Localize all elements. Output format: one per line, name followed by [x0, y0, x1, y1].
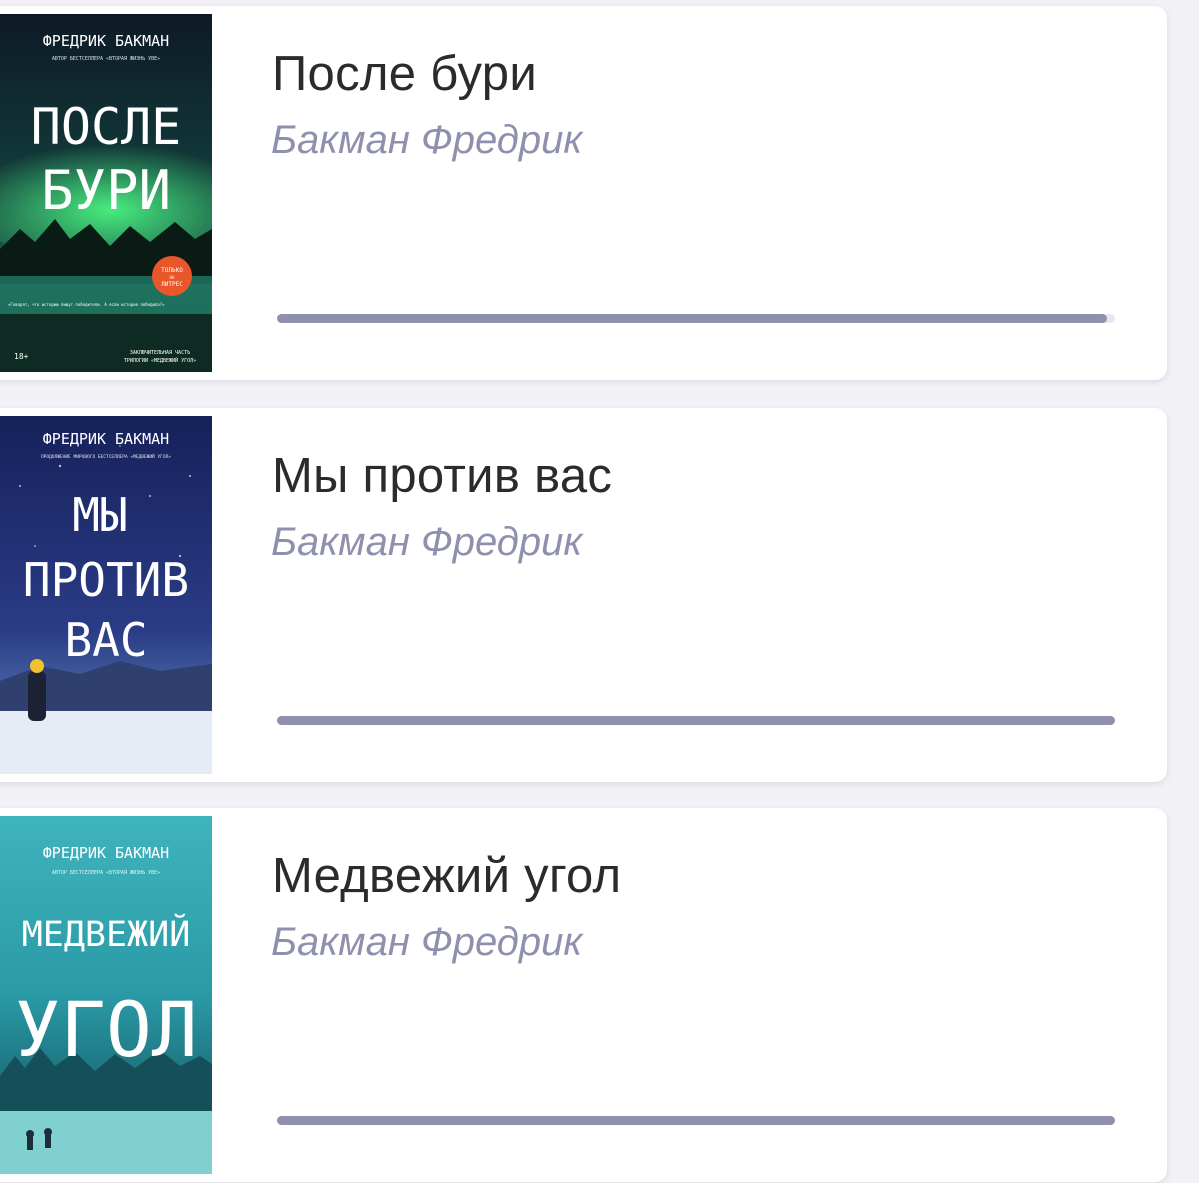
book-author: Бакман Фредрик [271, 920, 583, 964]
reading-progress-bar [277, 716, 1115, 725]
cover-tagline: ПРОДОЛЖЕНИЕ МИРОВОГО БЕСТСЕЛЛЕРА «МЕДВЕЖ… [41, 453, 171, 460]
cover-title-line: ПРОТИВ [23, 553, 189, 607]
book-card[interactable]: ФРЕДРИК БАКМАН ПРОДОЛЖЕНИЕ МИРОВОГО БЕСТ… [0, 408, 1167, 782]
reading-progress-fill [277, 716, 1115, 725]
book-list: ФРЕДРИК БАКМАН АВТОР БЕСТСЕЛЛЕРА «ВТОРАЯ… [0, 0, 1199, 1183]
cover-tagline: АВТОР БЕСТСЕЛЛЕРА «ВТОРАЯ ЖИЗНЬ УВЕ» [52, 870, 160, 876]
reading-progress-fill [277, 1116, 1115, 1125]
cover-author: ФРЕДРИК БАКМАН [43, 844, 169, 862]
book-cover[interactable]: ФРЕДРИК БАКМАН АВТОР БЕСТСЕЛЛЕРА «ВТОРАЯ… [0, 816, 212, 1174]
book-title[interactable]: Мы против вас [272, 448, 612, 504]
reading-progress-bar [277, 314, 1115, 323]
book-author: Бакман Фредрик [271, 520, 583, 564]
book-card[interactable]: ФРЕДРИК БАКМАН АВТОР БЕСТСЕЛЛЕРА «ВТОРАЯ… [0, 808, 1167, 1182]
book-title[interactable]: Медвежий угол [272, 848, 621, 904]
cover-title-line: МЕДВЕЖИЙ [22, 913, 191, 955]
badge-text: ЛИТРЕС [161, 281, 183, 288]
cover-footer: ТРИЛОГИИ «МЕДВЕЖИЙ УГОЛ» [124, 357, 196, 364]
book-cover-art-beartown: ФРЕДРИК БАКМАН АВТОР БЕСТСЕЛЛЕРА «ВТОРАЯ… [0, 816, 212, 1174]
badge-text: ТОЛЬКО [161, 267, 183, 274]
cover-title-line: МЫ [72, 488, 127, 542]
book-cover-art-after-the-storm: ФРЕДРИК БАКМАН АВТОР БЕСТСЕЛЛЕРА «ВТОРАЯ… [0, 14, 212, 372]
cover-title-line: ВАС [64, 613, 147, 667]
figure-silhouette [28, 671, 46, 721]
cover-quote: «Говорят, что историю пишут победители. … [8, 302, 165, 307]
cover-footer: ЗАКЛЮЧИТЕЛЬНАЯ ЧАСТЬ [130, 350, 190, 356]
cover-tagline: АВТОР БЕСТСЕЛЛЕРА «ВТОРАЯ ЖИЗНЬ УВЕ» [52, 56, 160, 62]
cover-author: ФРЕДРИК БАКМАН [43, 430, 169, 448]
book-card[interactable]: ФРЕДРИК БАКМАН АВТОР БЕСТСЕЛЛЕРА «ВТОРАЯ… [0, 6, 1167, 380]
age-rating: 18+ [14, 352, 29, 361]
reading-progress-bar [277, 1116, 1115, 1125]
book-cover-art-us-against-you: ФРЕДРИК БАКМАН ПРОДОЛЖЕНИЕ МИРОВОГО БЕСТ… [0, 416, 212, 774]
badge-text: НА [170, 275, 175, 280]
cover-title-line: УГОЛ [14, 985, 197, 1074]
book-author: Бакман Фредрик [271, 118, 583, 162]
cover-author: ФРЕДРИК БАКМАН [43, 32, 169, 50]
book-cover[interactable]: ФРЕДРИК БАКМАН ПРОДОЛЖЕНИЕ МИРОВОГО БЕСТ… [0, 416, 212, 774]
cover-title-line: БУРИ [41, 159, 171, 222]
book-title[interactable]: После бури [272, 46, 537, 102]
cover-title-line: ПОСЛЕ [31, 98, 182, 156]
reading-progress-fill [277, 314, 1107, 323]
book-cover[interactable]: ФРЕДРИК БАКМАН АВТОР БЕСТСЕЛЛЕРА «ВТОРАЯ… [0, 14, 212, 372]
